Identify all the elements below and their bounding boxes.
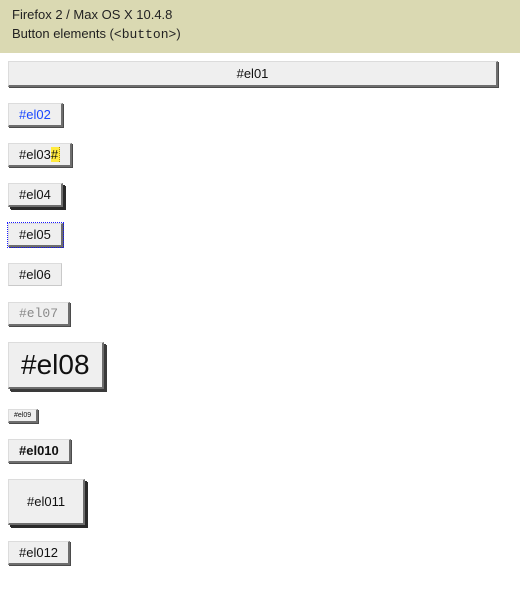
content-area: #el01 #el02 #el03# #el04 #el05 #el06 #el…	[0, 53, 520, 593]
button-el012[interactable]: #el012	[8, 541, 70, 565]
button-el05[interactable]: #el05	[8, 223, 63, 247]
title-code: <button>	[114, 27, 176, 42]
button-el03-highlight: #	[51, 147, 60, 162]
button-el01[interactable]: #el01	[8, 61, 498, 87]
title-prefix: Button elements (	[12, 26, 114, 41]
button-el06[interactable]: #el06	[8, 263, 62, 286]
button-el09[interactable]: #el09	[8, 409, 38, 423]
button-el03-text: #el03	[19, 147, 51, 162]
button-el04[interactable]: #el04	[8, 183, 63, 207]
button-el011[interactable]: #el011	[8, 479, 85, 525]
header-bar: Firefox 2 / Max OS X 10.4.8 Button eleme…	[0, 0, 520, 53]
button-el08[interactable]: #el08	[8, 342, 104, 389]
button-el02[interactable]: #el02	[8, 103, 63, 127]
title-suffix: )	[176, 26, 180, 41]
button-el010[interactable]: #el010	[8, 439, 71, 463]
page-title: Button elements (<button>)	[12, 25, 508, 45]
button-el07[interactable]: #el07	[8, 302, 70, 326]
environment-label: Firefox 2 / Max OS X 10.4.8	[12, 6, 508, 25]
button-el03[interactable]: #el03#	[8, 143, 72, 167]
